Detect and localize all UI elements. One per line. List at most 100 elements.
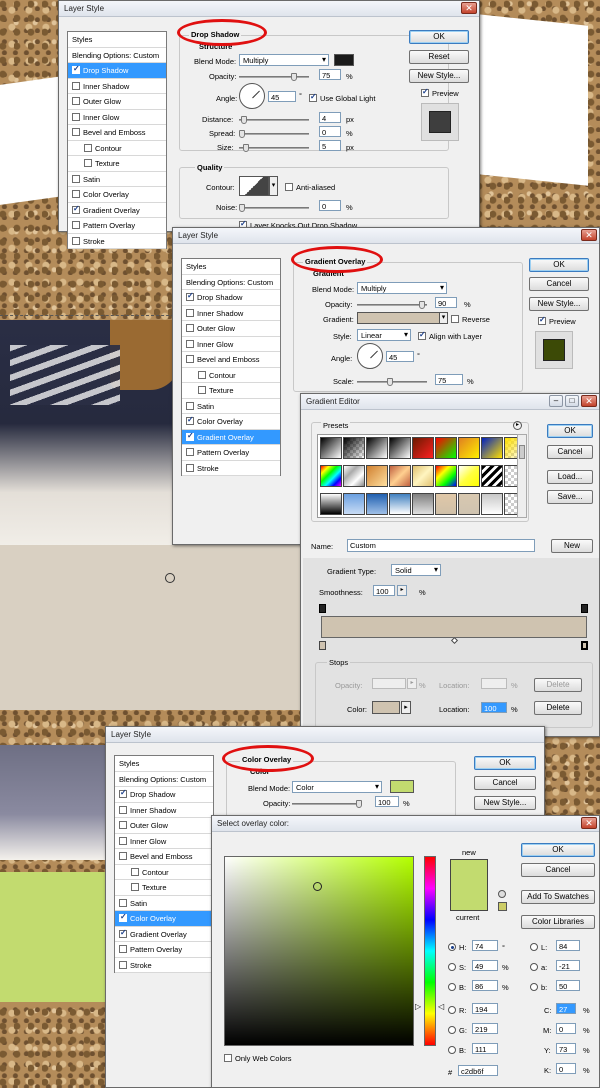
s-radio[interactable]: S:: [448, 963, 466, 972]
l-input[interactable]: 84: [556, 940, 580, 951]
gradient-preset-swatch[interactable]: [412, 493, 434, 515]
style-item-stroke[interactable]: Stroke: [68, 234, 166, 249]
preview-checkbox[interactable]: Preview: [421, 87, 459, 98]
distance-slider[interactable]: [239, 116, 309, 124]
style-item-bevel-and-emboss[interactable]: Bevel and Emboss: [68, 125, 166, 141]
style-item-blending-options-custom[interactable]: Blending Options: Custom: [68, 48, 166, 63]
color-stop-left[interactable]: [319, 641, 326, 650]
style-item-inner-shadow[interactable]: Inner Shadow: [68, 79, 166, 94]
style-item-pattern-overlay[interactable]: Pattern Overlay: [182, 445, 280, 461]
distance-input[interactable]: 4: [319, 112, 341, 123]
angle-dial[interactable]: [239, 83, 265, 109]
gradient-preset-swatch[interactable]: [343, 493, 365, 515]
slider-thumb[interactable]: [239, 204, 245, 212]
color-stop-right[interactable]: [581, 641, 588, 650]
slider-thumb[interactable]: [419, 301, 425, 309]
opacity-slider[interactable]: [292, 800, 362, 808]
checkbox-icon[interactable]: [72, 236, 80, 245]
color-field-marker[interactable]: [313, 882, 322, 891]
smoothness-stepper[interactable]: ▸: [397, 585, 407, 596]
checkbox-icon[interactable]: [421, 87, 429, 97]
hue-slider-arrow-left[interactable]: ▷: [415, 1002, 421, 1011]
align-with-layer-checkbox[interactable]: Align with Layer: [418, 330, 482, 341]
checkbox-icon[interactable]: [198, 370, 206, 379]
add-to-swatches-button[interactable]: Add To Swatches: [521, 890, 595, 904]
new-button[interactable]: New: [551, 539, 593, 553]
ok-button[interactable]: OK: [547, 424, 593, 438]
web-safe-swatch[interactable]: [498, 902, 507, 911]
style-item-contour[interactable]: Contour: [182, 368, 280, 383]
style-item-contour[interactable]: Contour: [115, 865, 213, 880]
checkbox-icon[interactable]: [451, 315, 459, 323]
gamut-warning-icon[interactable]: [498, 890, 506, 898]
opacity-stop-left[interactable]: [319, 604, 326, 613]
checkbox-icon[interactable]: [72, 112, 80, 121]
gradient-preset-swatch[interactable]: [366, 493, 388, 515]
k-input[interactable]: 0: [556, 1063, 576, 1074]
radio-icon[interactable]: [448, 1026, 456, 1034]
checkbox-icon[interactable]: [309, 92, 317, 102]
new-style-button[interactable]: New Style...: [474, 796, 536, 810]
cancel-button[interactable]: Cancel: [547, 445, 593, 459]
style-item-gradient-overlay[interactable]: Gradient Overlay: [68, 203, 166, 218]
minimize-button[interactable]: –: [549, 395, 563, 407]
shadow-color-swatch[interactable]: [334, 54, 354, 66]
checkbox-icon[interactable]: [119, 960, 127, 969]
style-item-inner-glow[interactable]: Inner Glow: [182, 337, 280, 352]
smoothness-input[interactable]: 100: [373, 585, 395, 596]
slider-thumb[interactable]: [239, 130, 245, 138]
style-item-pattern-overlay[interactable]: Pattern Overlay: [68, 218, 166, 234]
checkbox-icon[interactable]: [72, 204, 80, 214]
slider-thumb[interactable]: [241, 116, 247, 124]
checkbox-icon[interactable]: [119, 928, 127, 938]
blend-mode-select[interactable]: Multiply: [239, 54, 329, 66]
checkbox-icon[interactable]: [186, 401, 194, 410]
style-item-satin[interactable]: Satin: [115, 896, 213, 911]
g-radio[interactable]: G:: [448, 1026, 467, 1035]
gradient-preset-swatch[interactable]: [458, 493, 480, 515]
spread-slider[interactable]: [239, 130, 309, 138]
save-button[interactable]: Save...: [547, 490, 593, 504]
style-item-texture[interactable]: Texture: [182, 383, 280, 399]
style-item-drop-shadow[interactable]: Drop Shadow: [68, 63, 166, 79]
preview-checkbox[interactable]: Preview: [538, 315, 576, 326]
slider-thumb[interactable]: [356, 800, 362, 808]
gradient-preset-swatch[interactable]: [389, 465, 411, 487]
style-item-gradient-overlay[interactable]: Gradient Overlay: [182, 429, 280, 445]
spread-input[interactable]: 0: [319, 126, 341, 137]
new-style-button[interactable]: New Style...: [529, 297, 589, 311]
delete-opacity-stop-button[interactable]: Delete: [534, 678, 582, 692]
chevron-down-icon[interactable]: ▾: [269, 176, 278, 196]
radio-icon[interactable]: [530, 943, 538, 951]
gradient-preset-swatch[interactable]: [412, 465, 434, 487]
radio-icon[interactable]: [448, 963, 456, 971]
checkbox-icon[interactable]: [224, 1054, 232, 1062]
opacity-stop-input[interactable]: [372, 678, 406, 689]
gradient-preset-swatch[interactable]: [320, 493, 342, 515]
checkbox-icon[interactable]: [72, 97, 80, 105]
gradient-preset-swatch[interactable]: [320, 465, 342, 487]
checkbox-icon[interactable]: [119, 898, 127, 907]
opacity-input[interactable]: 100: [375, 796, 399, 807]
b-radio[interactable]: B:: [448, 983, 466, 992]
style-item-bevel-and-emboss[interactable]: Bevel and Emboss: [115, 849, 213, 865]
style-item-inner-glow[interactable]: Inner Glow: [115, 834, 213, 849]
ok-button[interactable]: OK: [529, 258, 589, 272]
checkbox-icon[interactable]: [186, 415, 194, 425]
style-item-blending-options-custom[interactable]: Blending Options: Custom: [115, 772, 213, 787]
style-item-blending-options-custom[interactable]: Blending Options: Custom: [182, 275, 280, 290]
radio-icon[interactable]: [448, 983, 456, 991]
style-item-stroke[interactable]: Stroke: [182, 461, 280, 476]
presets-scrollbar[interactable]: [517, 434, 527, 518]
gradient-preset-swatch[interactable]: [343, 437, 365, 459]
style-item-stroke[interactable]: Stroke: [115, 958, 213, 973]
gradient-preset-swatch[interactable]: [481, 465, 503, 487]
gradient-swatch[interactable]: [357, 312, 441, 324]
checkbox-icon[interactable]: [186, 355, 194, 363]
close-button[interactable]: ✕: [581, 395, 597, 407]
style-item-inner-glow[interactable]: Inner Glow: [68, 110, 166, 125]
overlay-color-swatch[interactable]: [390, 780, 414, 793]
checkbox-icon[interactable]: [186, 448, 194, 456]
scale-slider[interactable]: [357, 378, 427, 386]
opacity-input[interactable]: 90: [435, 297, 457, 308]
